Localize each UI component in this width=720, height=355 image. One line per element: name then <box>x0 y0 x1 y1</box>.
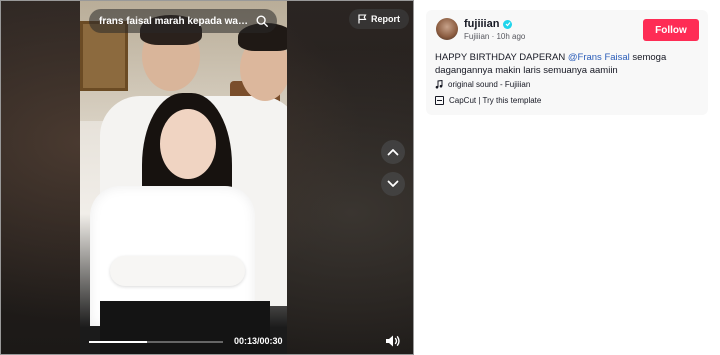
capcut-icon <box>435 96 444 105</box>
video-girl-face <box>160 109 216 179</box>
progress-fill <box>89 341 147 343</box>
posted-ago: 10h ago <box>496 32 526 41</box>
duration: 00:30 <box>259 336 283 346</box>
video-viewer: frans faisal marah kepada wartaw... Repo… <box>0 0 414 355</box>
caption-mention[interactable]: @Frans Faisal <box>568 52 630 63</box>
search-bar[interactable]: frans faisal marah kepada wartaw... <box>89 9 277 33</box>
video-caption: HAPPY BIRTHDAY DAPERAN @Frans Faisal sem… <box>435 51 700 77</box>
music-note-icon <box>435 80 443 89</box>
chevron-up-icon <box>387 149 399 156</box>
display-name: Fujiiian <box>464 32 490 41</box>
volume-icon[interactable] <box>385 334 401 348</box>
next-video-button[interactable] <box>381 172 405 196</box>
progress-bar[interactable] <box>89 341 223 343</box>
video-info-card: fujiiian Fujiiian · 10h ago Follow HAPPY… <box>426 10 708 115</box>
search-text[interactable]: frans faisal marah kepada wartaw... <box>99 16 249 27</box>
current-time: 00:13 <box>234 336 258 346</box>
search-icon[interactable] <box>255 14 269 28</box>
video-player[interactable] <box>80 1 287 354</box>
sound-label[interactable]: original sound - Fujiiian <box>448 80 530 89</box>
username-text[interactable]: fujiiian <box>464 18 499 30</box>
follow-button[interactable]: Follow <box>643 19 699 41</box>
sound-link[interactable]: original sound - Fujiiian <box>435 80 530 89</box>
author-meta: Fujiiian · 10h ago <box>464 32 525 41</box>
chevron-down-icon <box>387 180 399 187</box>
video-girl-arms <box>110 256 245 286</box>
template-link[interactable]: CapCut | Try this template <box>435 96 541 105</box>
author-username[interactable]: fujiiian <box>464 18 513 30</box>
previous-video-button[interactable] <box>381 140 405 164</box>
video-girl-skirt <box>100 301 270 354</box>
avatar[interactable] <box>436 18 458 40</box>
template-label[interactable]: CapCut | Try this template <box>449 96 541 105</box>
report-button[interactable]: Report <box>349 9 409 29</box>
flag-icon <box>358 14 367 24</box>
report-label: Report <box>371 14 400 24</box>
verified-badge-icon <box>503 19 513 29</box>
caption-text-before: HAPPY BIRTHDAY DAPERAN <box>435 52 568 63</box>
video-time: 00:13/00:30 <box>234 336 283 346</box>
